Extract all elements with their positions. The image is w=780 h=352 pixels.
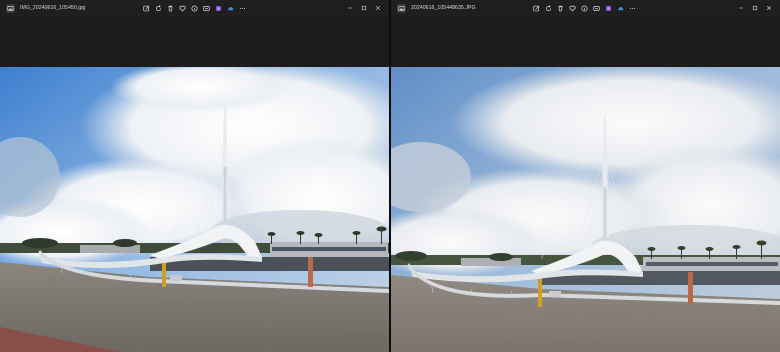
favorite-icon[interactable] [178, 3, 186, 13]
photo-canvas[interactable] [391, 67, 780, 352]
file-name: IMG_20240616_105450.jpg [20, 5, 86, 11]
window-controls [343, 2, 385, 13]
delete-icon[interactable] [166, 3, 174, 13]
favorite-icon[interactable] [568, 3, 576, 13]
delete-icon[interactable] [556, 3, 564, 13]
compare-icon[interactable] [202, 3, 210, 13]
close-icon[interactable] [371, 2, 385, 13]
onedrive-icon[interactable] [616, 3, 624, 13]
minimize-icon[interactable] [343, 2, 357, 13]
bridge-photo-image [391, 67, 780, 352]
edit-icon[interactable] [532, 3, 540, 13]
edit-icon[interactable] [142, 3, 150, 13]
rotate-icon[interactable] [544, 3, 552, 13]
window-controls [734, 2, 776, 13]
rotate-icon[interactable] [154, 3, 162, 13]
copilot-icon[interactable] [604, 3, 612, 13]
info-icon[interactable] [190, 3, 198, 13]
photo-canvas[interactable] [0, 67, 389, 352]
maximize-icon[interactable] [748, 2, 762, 13]
toolbar [142, 3, 246, 13]
maximize-icon[interactable] [357, 2, 371, 13]
photos-app-icon [6, 3, 15, 13]
minimize-icon[interactable] [734, 2, 748, 13]
copilot-icon[interactable] [214, 3, 222, 13]
photo-viewer-window-right: 20240616_105448635.JPG [391, 0, 780, 352]
more-icon[interactable] [238, 3, 246, 13]
photos-app-icon [397, 3, 406, 13]
compare-icon[interactable] [592, 3, 600, 13]
onedrive-icon[interactable] [226, 3, 234, 13]
file-name: 20240616_105448635.JPG [411, 5, 476, 11]
more-icon[interactable] [628, 3, 636, 13]
info-icon[interactable] [580, 3, 588, 13]
bridge-photo-image [0, 67, 389, 352]
close-icon[interactable] [762, 2, 776, 13]
photo-viewer-window-left: IMG_20240616_105450.jpg [0, 0, 389, 352]
toolbar [532, 3, 636, 13]
